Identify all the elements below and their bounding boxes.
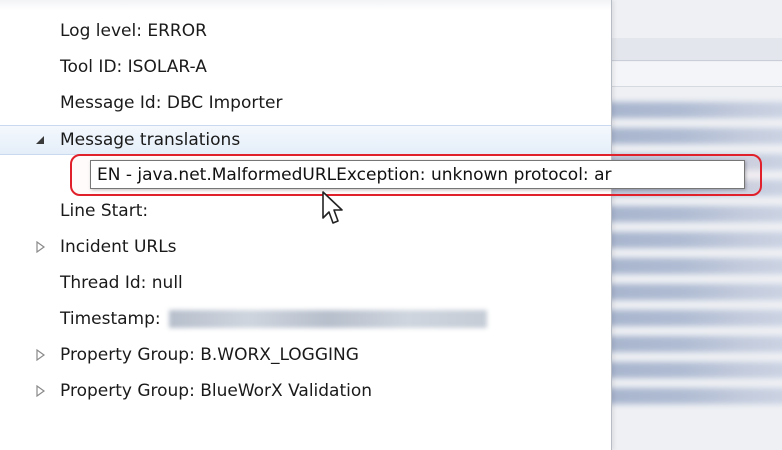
mouse-pointer-icon — [320, 190, 350, 230]
tree-item-line-start[interactable]: Line Start: — [0, 197, 611, 225]
tree-item-message-id[interactable]: Message Id: DBC Importer — [0, 89, 611, 117]
collapsed-arrow-icon[interactable] — [34, 349, 46, 361]
tree-item-label: Tool ID: ISOLAR-A — [60, 57, 207, 77]
blurred-timestamp-value — [168, 310, 487, 328]
tree-item-label: Property Group: B.WORX_LOGGING — [60, 345, 359, 365]
tree-item-label: Log level: ERROR — [60, 21, 207, 41]
panel-top-edge — [0, 0, 611, 10]
tree-item-thread-id[interactable]: Thread Id: null — [0, 269, 611, 297]
tree-item-timestamp[interactable]: Timestamp: — [0, 305, 611, 333]
tree-item-label-wrap: Timestamp: — [60, 309, 487, 329]
tree-item-incident-urls[interactable]: Incident URLs — [0, 233, 611, 261]
tree-item-log-level[interactable]: Log level: ERROR — [0, 17, 611, 45]
tree-item-property-group-blueworx-validation[interactable]: Property Group: BlueWorX Validation — [0, 377, 611, 405]
tree-item-label: Thread Id: null — [60, 273, 183, 293]
background-header — [612, 62, 782, 87]
tree-item-property-group-bworx-logging[interactable]: Property Group: B.WORX_LOGGING — [0, 341, 611, 369]
tree-item-tool-id[interactable]: Tool ID: ISOLAR-A — [0, 53, 611, 81]
tree-item-label: Timestamp: — [60, 309, 161, 329]
collapsed-arrow-icon[interactable] — [34, 241, 46, 253]
background-pane — [612, 0, 782, 450]
translation-tooltip: EN - java.net.MalformedURLException: unk… — [90, 160, 745, 189]
tree-item-label: Message Id: DBC Importer — [60, 93, 283, 113]
properties-tree[interactable]: Log level: ERROR Tool ID: ISOLAR-A Messa… — [0, 0, 612, 450]
tree-item-label: Incident URLs — [60, 237, 177, 257]
blurred-content — [612, 92, 782, 450]
expanded-arrow-icon[interactable] — [34, 134, 46, 146]
tree-item-label: Property Group: BlueWorX Validation — [60, 381, 373, 401]
tree-item-label: Message translations — [60, 130, 241, 150]
tree-item-message-translations[interactable]: Message translations — [0, 125, 611, 155]
collapsed-arrow-icon[interactable] — [34, 385, 46, 397]
background-toolbar — [612, 38, 782, 61]
tree-item-label: Line Start: — [60, 201, 149, 221]
